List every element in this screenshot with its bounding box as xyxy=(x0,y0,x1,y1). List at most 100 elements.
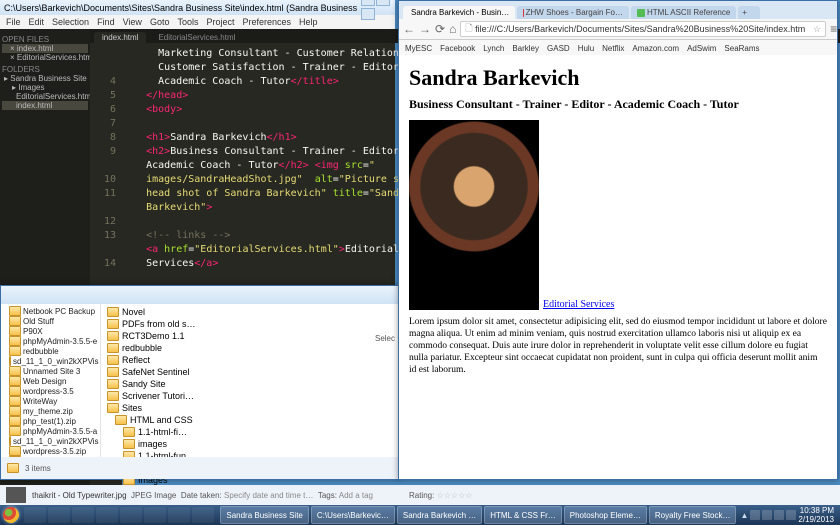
tree-item[interactable]: redbubble xyxy=(3,346,98,356)
reload-button[interactable]: ⟳ xyxy=(435,22,445,36)
pinned-player[interactable] xyxy=(72,507,94,523)
tree-item[interactable]: Unnamed Site 3 xyxy=(3,366,98,376)
chrome-toolbar[interactable]: ← → ⟳ ⌂ 🗋 file:///C:/Users/Barkevich/Doc… xyxy=(399,19,837,40)
menu-find[interactable]: Find xyxy=(97,17,115,27)
pinned-app-4[interactable] xyxy=(96,507,118,523)
task-button[interactable]: HTML & CSS Fr… xyxy=(484,506,561,524)
tree-item[interactable]: phpMyAdmin-3.5.5-e xyxy=(3,336,98,346)
menu-project[interactable]: Project xyxy=(206,17,234,27)
menu-goto[interactable]: Goto xyxy=(150,17,170,27)
file-item[interactable]: images xyxy=(107,438,393,450)
back-button[interactable]: ← xyxy=(403,22,415,36)
tree-item[interactable]: phpMyAdmin-3.5.5-a xyxy=(3,426,98,436)
task-button[interactable]: C:\Users\Barkevic… xyxy=(311,506,395,524)
show-hidden-icon[interactable]: ▲ xyxy=(740,511,748,520)
file-item[interactable]: Scrivener Tutori… xyxy=(107,390,393,402)
bookmark-star-icon[interactable]: ☆ xyxy=(813,24,821,35)
menu-tools[interactable]: Tools xyxy=(177,17,198,27)
browser-tab[interactable]: HTML ASCII Reference xyxy=(631,6,736,19)
pinned-ie[interactable] xyxy=(24,507,46,523)
bookmark-netflix[interactable]: Netflix xyxy=(602,44,624,53)
pinned-app-6[interactable] xyxy=(144,507,166,523)
file-item[interactable]: Sandy Site xyxy=(107,378,393,390)
sublime-menubar[interactable]: File Edit Selection Find View Goto Tools Projec… xyxy=(0,15,395,29)
menu-icon[interactable]: ≡ xyxy=(830,22,837,36)
file-item[interactable]: RCT3Demo 1.1 xyxy=(107,330,393,342)
start-button[interactable] xyxy=(0,505,22,525)
maximize-icon[interactable] xyxy=(376,0,390,6)
tree-item[interactable]: P90X xyxy=(3,326,98,336)
file-item[interactable]: PDFs from old s… xyxy=(107,318,393,330)
sidebar-file[interactable]: EditorialServices.html xyxy=(2,92,88,101)
bookmark-amazoncom[interactable]: Amazon.com xyxy=(632,44,679,53)
tree-item[interactable]: my_theme.zip xyxy=(3,406,98,416)
menu-selection[interactable]: Selection xyxy=(52,17,89,27)
menu-preferences[interactable]: Preferences xyxy=(242,17,291,27)
pinned-apps[interactable] xyxy=(24,507,214,523)
bookmark-hulu[interactable]: Hulu xyxy=(578,44,594,53)
forward-button[interactable]: → xyxy=(419,22,431,36)
open-file[interactable]: × EditorialServices.html xyxy=(2,53,88,62)
menu-file[interactable]: File xyxy=(6,17,21,27)
file-item[interactable]: Reflect xyxy=(107,354,393,366)
editor-tab[interactable]: EditorialServices.html xyxy=(150,32,243,43)
menu-view[interactable]: View xyxy=(123,17,142,27)
tags-value[interactable]: Add a tag xyxy=(339,491,373,500)
home-button[interactable]: ⌂ xyxy=(449,22,456,36)
bookmark-myesc[interactable]: MyESC xyxy=(405,44,432,53)
chrome-tabstrip[interactable]: Sandra Barkevich - Busin…ZHW Shoes - Bar… xyxy=(399,1,837,19)
editor-tab[interactable]: index.html xyxy=(94,32,146,43)
tree-item[interactable]: wordpress-3.5 xyxy=(3,386,98,396)
tree-item[interactable]: Netbook PC Backup xyxy=(3,306,98,316)
tray-icon[interactable] xyxy=(762,510,772,520)
file-item[interactable]: redbubble xyxy=(107,342,393,354)
bookmark-adswim[interactable]: AdSwim xyxy=(687,44,716,53)
task-button[interactable]: Sandra Business Site xyxy=(220,506,309,524)
window-controls[interactable] xyxy=(360,0,391,22)
tree-item[interactable]: php_test(1).zip xyxy=(3,416,98,426)
tree-item[interactable]: sd_11_1_0_win2kXPVis xyxy=(3,356,98,366)
bookmark-gasd[interactable]: GASD xyxy=(547,44,570,53)
file-item[interactable]: 1.1-html-fi… xyxy=(107,426,393,438)
tray-icon[interactable] xyxy=(750,510,760,520)
browser-tab[interactable]: Sandra Barkevich - Busin… xyxy=(403,6,515,19)
menu-edit[interactable]: Edit xyxy=(29,17,45,27)
bookmark-searams[interactable]: SeaRams xyxy=(724,44,759,53)
editorial-services-link[interactable]: Editorial Services xyxy=(543,299,614,310)
bookmark-facebook[interactable]: Facebook xyxy=(440,44,475,53)
task-button[interactable]: Photoshop Eleme… xyxy=(564,506,647,524)
explorer-window[interactable]: Netbook PC BackupOld StuffP90XphpMyAdmin… xyxy=(0,285,400,480)
file-item[interactable]: Sites xyxy=(107,402,393,414)
bookmark-barkley[interactable]: Barkley xyxy=(512,44,539,53)
chrome-window[interactable]: Sandra Barkevich - Busin…ZHW Shoes - Bar… xyxy=(398,0,838,480)
pinned-explorer[interactable] xyxy=(48,507,70,523)
system-tray[interactable]: ▲ 10:38 PM2/19/2013 xyxy=(736,506,840,524)
pinned-app-5[interactable] xyxy=(120,507,142,523)
open-file[interactable]: × index.html xyxy=(2,44,88,53)
sidebar-file[interactable]: ▸ Images xyxy=(2,83,88,92)
browser-tab[interactable]: ZHW Shoes - Bargain Fo… xyxy=(517,6,629,19)
address-bar[interactable]: 🗋 file:///C:/Users/Barkevich/Documents/S… xyxy=(460,21,826,37)
project-folder[interactable]: Sandra Business Site xyxy=(10,74,87,83)
explorer-tree[interactable]: Netbook PC BackupOld StuffP90XphpMyAdmin… xyxy=(1,304,101,461)
taskbar[interactable]: Sandra Business SiteC:\Users\Barkevic…Sa… xyxy=(0,505,840,525)
file-item[interactable]: HTML and CSS xyxy=(107,414,393,426)
pinned-app-7[interactable] xyxy=(168,507,190,523)
file-item[interactable]: Novel xyxy=(107,306,393,318)
minimize-icon[interactable] xyxy=(361,0,375,6)
tree-item[interactable]: Web Design xyxy=(3,376,98,386)
volume-icon[interactable] xyxy=(786,510,796,520)
explorer-file-list[interactable]: NovelPDFs from old s…RCT3Demo 1.1redbubb… xyxy=(101,304,399,461)
network-icon[interactable] xyxy=(774,510,784,520)
sublime-titlebar[interactable]: C:\Users\Barkevich\Documents\Sites\Sandr… xyxy=(0,0,395,15)
rating-stars[interactable]: ☆☆☆☆☆ xyxy=(437,491,473,500)
new-tab-button[interactable]: + xyxy=(738,6,760,19)
pinned-app-8[interactable] xyxy=(192,507,214,523)
tree-item[interactable]: sd_11_1_0_win2kXPVis xyxy=(3,436,98,446)
tree-item[interactable]: wordpress-3.5.zip xyxy=(3,446,98,456)
clock[interactable]: 10:38 PM2/19/2013 xyxy=(798,506,836,524)
close-icon[interactable] xyxy=(361,8,375,20)
bookmark-lynch[interactable]: Lynch xyxy=(483,44,504,53)
date-value[interactable]: Specify date and time t… xyxy=(224,491,313,500)
sidebar-file[interactable]: index.html xyxy=(2,101,88,110)
